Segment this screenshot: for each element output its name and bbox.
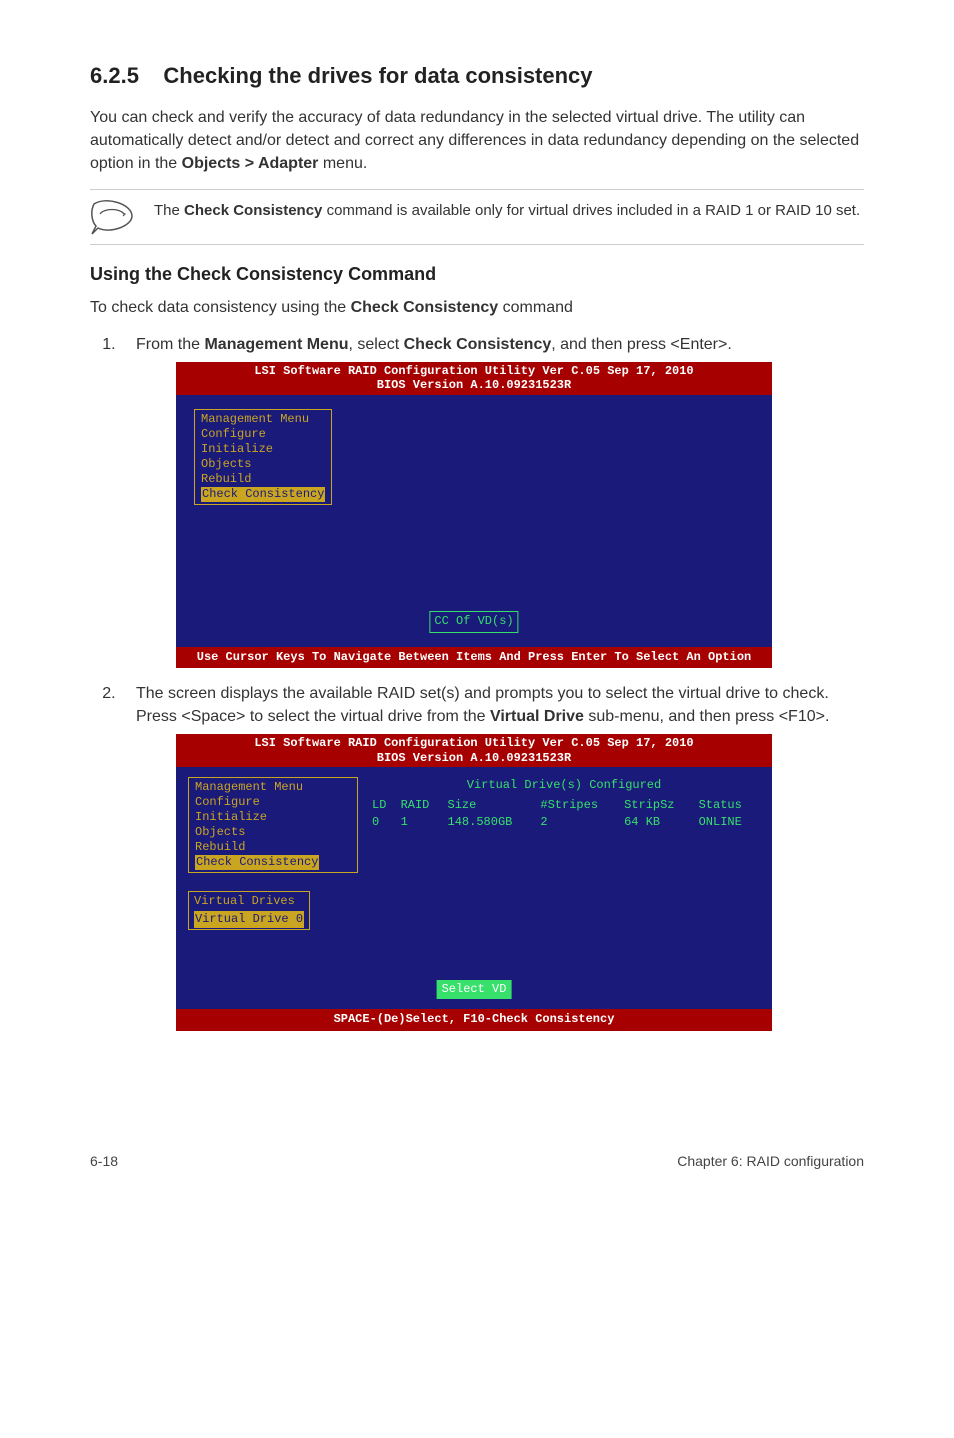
lead-bold: Check Consistency [351, 299, 499, 316]
step-2: The screen displays the available RAID s… [120, 682, 864, 1031]
page-footer: 6-18 Chapter 6: RAID configuration [90, 1151, 864, 1171]
cell-ld: 0 [368, 814, 397, 831]
bios2-vd-box-title: Virtual Drives [194, 893, 304, 910]
note-block: The Check Consistency command is availab… [90, 189, 864, 245]
step1-text-c: , and then press <Enter>. [551, 336, 732, 353]
step1-text-b: , select [348, 336, 403, 353]
section-heading: 6.2.5 Checking the drives for data consi… [90, 60, 864, 92]
step2-bold: Virtual Drive [490, 708, 584, 725]
bios2-footer: SPACE-(De)Select, F10-Check Consistency [176, 1009, 772, 1030]
bios1-menu-check: Check Consistency [201, 487, 325, 502]
cell-raid: 1 [397, 814, 444, 831]
bios1-menu-rebuild: Rebuild [201, 472, 325, 487]
note-text-a: The [154, 202, 184, 219]
note-bold: Check Consistency [184, 202, 322, 219]
cell-stripsz: 64 KB [620, 814, 695, 831]
col-status: Status [695, 797, 760, 814]
intro-bold: Objects > Adapter [182, 155, 319, 172]
bios2-header-line1: LSI Software RAID Configuration Utility … [176, 736, 772, 750]
col-size: Size [444, 797, 537, 814]
bios2-menu-initialize: Initialize [195, 810, 351, 825]
bios2-vd-panel-title: Virtual Drive(s) Configured [368, 777, 760, 794]
bios1-header-line1: LSI Software RAID Configuration Utility … [176, 364, 772, 378]
col-stripsz: StripSz [620, 797, 695, 814]
step1-bold2: Check Consistency [404, 336, 552, 353]
subheading: Using the Check Consistency Command [90, 261, 864, 287]
bios2-menu-rebuild: Rebuild [195, 840, 351, 855]
step-1: From the Management Menu, select Check C… [120, 333, 864, 668]
steps-list: From the Management Menu, select Check C… [120, 333, 864, 1031]
bios1-menu-objects: Objects [201, 457, 325, 472]
bios1-center-box: CC Of VD(s) [429, 611, 518, 632]
col-raid: RAID [397, 797, 444, 814]
bios1-menu-box: Management Menu Configure Initialize Obj… [194, 409, 332, 505]
bios-screenshot-2: LSI Software RAID Configuration Utility … [176, 734, 772, 1030]
lead-text-a: To check data consistency using the [90, 299, 351, 316]
bios2-vd-table: LD RAID Size #Stripes StripSz Status 0 1… [368, 797, 760, 832]
note-icon [90, 198, 136, 236]
col-stripes: #Stripes [536, 797, 620, 814]
step1-text-a: From the [136, 336, 204, 353]
chapter-label: Chapter 6: RAID configuration [677, 1151, 864, 1171]
bios2-menu-check: Check Consistency [195, 855, 319, 870]
bios1-menu-configure: Configure [201, 427, 325, 442]
bios2-header-line2: BIOS Version A.10.09231523R [176, 751, 772, 765]
bios1-footer: Use Cursor Keys To Navigate Between Item… [176, 647, 772, 668]
section-title-text: Checking the drives for data consistency [163, 63, 592, 88]
col-ld: LD [368, 797, 397, 814]
bios2-menu-objects: Objects [195, 825, 351, 840]
bios2-menu-configure: Configure [195, 795, 351, 810]
bios1-header-line2: BIOS Version A.10.09231523R [176, 378, 772, 392]
bios2-body: Management Menu Configure Initialize Obj… [176, 767, 772, 1009]
bios2-menu-box: Management Menu Configure Initialize Obj… [188, 777, 358, 873]
bios2-vd-box: Virtual Drives Virtual Drive 0 [188, 891, 310, 930]
lead-text-b: command [498, 299, 573, 316]
bios2-menu-title: Management Menu [195, 780, 351, 795]
section-number: 6.2.5 [90, 63, 139, 88]
bios1-menu-initialize: Initialize [201, 442, 325, 457]
intro-text-b: menu. [318, 155, 367, 172]
bios2-header: LSI Software RAID Configuration Utility … [176, 734, 772, 767]
cell-stripes: 2 [536, 814, 620, 831]
page-number: 6-18 [90, 1151, 118, 1171]
bios1-header: LSI Software RAID Configuration Utility … [176, 362, 772, 395]
lead-paragraph: To check data consistency using the Chec… [90, 296, 864, 319]
cell-status: ONLINE [695, 814, 760, 831]
bios1-menu-title: Management Menu [201, 412, 325, 427]
bios2-select-vd: Select VD [437, 980, 512, 999]
intro-paragraph: You can check and verify the accuracy of… [90, 106, 864, 176]
bios2-vd-box-item: Virtual Drive 0 [194, 911, 304, 928]
bios-screenshot-1: LSI Software RAID Configuration Utility … [176, 362, 772, 668]
table-row: 0 1 148.580GB 2 64 KB ONLINE [368, 814, 760, 831]
bios2-vd-panel: Virtual Drive(s) Configured LD RAID Size… [368, 777, 760, 930]
note-text: The Check Consistency command is availab… [154, 198, 860, 221]
bios1-body: Management Menu Configure Initialize Obj… [176, 395, 772, 647]
step1-bold1: Management Menu [204, 336, 348, 353]
step2-text-b: sub-menu, and then press <F10>. [584, 708, 829, 725]
cell-size: 148.580GB [444, 814, 537, 831]
note-text-b: command is available only for virtual dr… [322, 202, 860, 219]
table-header-row: LD RAID Size #Stripes StripSz Status [368, 797, 760, 814]
